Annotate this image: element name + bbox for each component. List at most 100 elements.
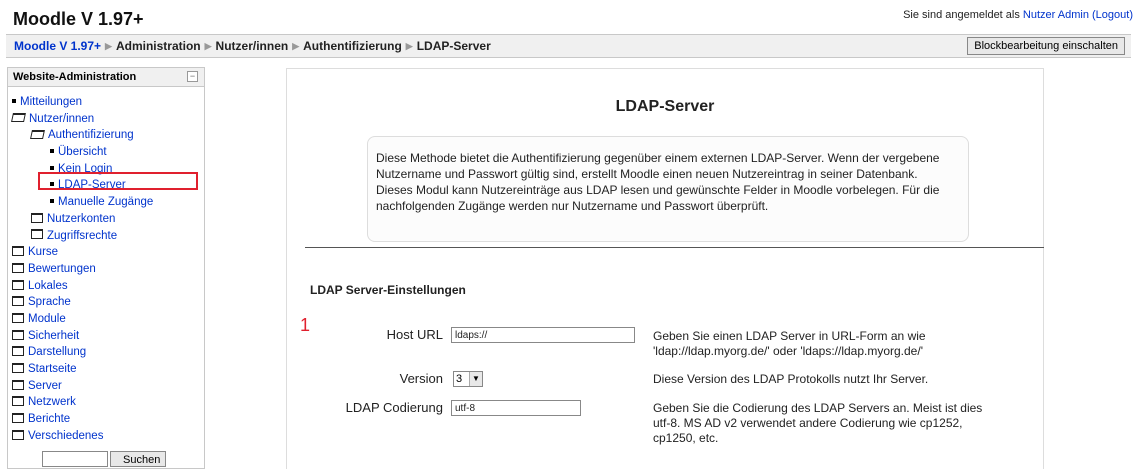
sidebar-item-label: Sprache [28,296,71,309]
block-edit-button[interactable]: Blockbearbeitung einschalten [967,37,1125,55]
divider [305,247,1044,248]
sidebar-item[interactable]: Übersicht [8,144,204,161]
sidebar-item[interactable]: Verschiedenes [8,428,204,445]
folder-icon [12,396,24,407]
login-info: Sie sind angemeldet als Nutzer Admin (Lo… [903,9,1133,21]
breadcrumb-separator-icon: ▶ [405,41,413,51]
version-help: Diese Version des LDAP Protokolls nutzt … [653,372,929,386]
sidebar-item-label: Kurse [28,246,59,259]
bullet-icon [50,149,54,154]
description-box: Diese Methode bietet die Authentifizieru… [367,136,969,242]
sidebar-item-label: Zugriffsrechte [47,229,118,242]
navbar: Moodle V 1.97+ ▶ Administration ▶ Nutzer/inn… [6,34,1131,58]
breadcrumb-users[interactable]: Nutzer/innen [216,39,289,53]
breadcrumb-administration[interactable]: Administration [116,39,201,53]
folder-icon [12,413,24,424]
breadcrumb-home[interactable]: Moodle V 1.97+ [14,39,101,53]
sidebar-item[interactable]: Berichte [8,411,204,428]
folder-icon [12,346,24,357]
sidebar-item-label: Darstellung [28,346,87,359]
breadcrumb-authentication[interactable]: Authentifizierung [303,39,402,53]
sidebar-item-label: Nutzerkonten [47,212,116,225]
breadcrumb-separator-icon: ▶ [204,41,212,51]
login-prefix: Sie sind angemeldet als [903,9,1020,21]
encoding-help: Geben Sie die Codierung des LDAP Servers… [653,401,983,445]
sidebar-item[interactable]: Manuelle Zugänge [8,194,204,211]
sidebar-item-label: Authentifizierung [48,129,134,142]
folder-icon [12,246,24,257]
encoding-input[interactable]: utf-8 [451,400,581,416]
host-url-label: Host URL [386,327,443,342]
breadcrumb-separator-icon: ▶ [292,41,300,51]
sidebar-item[interactable]: Kurse [8,244,204,261]
breadcrumb-separator-icon: ▶ [105,41,112,51]
folder-icon [12,312,24,323]
sidebar-item-label: Übersicht [58,146,107,159]
sidebar-item[interactable]: Nutzerkonten [8,211,204,228]
folder-icon [12,362,24,373]
sidebar-item[interactable]: Authentifizierung [8,127,204,144]
sidebar-item[interactable]: Zugriffsrechte [8,228,204,245]
sidebar-item-label: Sicherheit [28,329,80,342]
section-heading: LDAP Server-Einstellungen [310,283,466,297]
host-url-input[interactable]: ldaps:// [451,327,635,343]
breadcrumb-ldap-server: LDAP-Server [416,39,491,53]
encoding-label: LDAP Codierung [345,400,443,415]
folder-icon [12,296,24,307]
version-value: 3 [456,373,463,385]
folder-icon [31,229,43,240]
version-label: Version [399,371,443,386]
admin-block-header: Website-Administration − [8,68,204,87]
admin-search-button[interactable]: Suchen [110,451,166,467]
host-url-help: Geben Sie einen LDAP Server in URL-Form … [653,329,926,358]
page-title: LDAP-Server [615,98,715,115]
sidebar-item-label: Verschiedenes [28,429,104,442]
admin-search-input[interactable] [42,451,108,467]
sidebar-item[interactable]: Darstellung [8,344,204,361]
sidebar-item-label: Berichte [28,413,71,426]
sidebar-item-label: Nutzer/innen [29,112,95,125]
sidebar-item[interactable]: Bewertungen [8,261,204,278]
sidebar-item[interactable]: Lokales [8,278,204,295]
admin-tree: Mitteilungen Nutzer/innen Authentifizierun… [8,94,204,444]
sidebar-item-label: Module [28,312,66,325]
folder-open-icon [30,129,45,139]
sidebar-item-label: Netzwerk [28,396,76,409]
sidebar-item-label: Startseite [28,363,77,375]
sidebar-item-label: Lokales [28,279,68,292]
sidebar-item[interactable]: Nutzer/innen [8,111,204,128]
folder-icon [12,429,24,440]
sidebar-item-label: Bewertungen [28,262,96,275]
folder-icon [12,379,24,390]
logout-link[interactable]: (Logout) [1092,9,1133,21]
folder-icon [12,279,24,290]
site-title: Moodle V 1.97+ [13,9,144,29]
main-content: LDAP-Server Diese Methode bietet die Aut… [286,68,1044,469]
breadcrumb: Moodle V 1.97+ ▶ Administration ▶ Nutzer/inn… [14,39,491,53]
sidebar-item-label: Server [28,379,62,392]
sidebar-item[interactable]: Server [8,378,204,395]
version-select[interactable]: 3 ▼ [453,371,483,387]
bullet-icon [50,199,54,204]
chevron-down-icon: ▼ [469,372,482,386]
bullet-icon [50,165,54,170]
sidebar-item[interactable]: Netzwerk [8,394,204,411]
sidebar-item-label: Manuelle Zugänge [58,196,154,209]
folder-open-icon [11,113,26,123]
folder-icon [31,212,43,223]
sidebar-item[interactable]: Mitteilungen [8,94,204,111]
highlight-box [38,172,198,190]
collapse-icon[interactable]: − [187,71,198,82]
folder-icon [12,262,24,273]
sidebar-item-label: Mitteilungen [20,96,83,108]
user-profile-link[interactable]: Nutzer Admin [1023,9,1089,21]
site-administration-block: Website-Administration − Mitteilungen Nut… [7,67,205,469]
folder-icon [12,329,24,340]
sidebar-item[interactable]: Sprache [8,294,204,311]
annotation-marker: 1 [300,315,311,335]
sidebar-item[interactable]: Startseite [8,361,204,378]
sidebar-item[interactable]: Sicherheit [8,328,204,345]
description-text: Diese Methode bietet die Authentifizieru… [376,151,940,213]
sidebar-item[interactable]: Module [8,311,204,328]
bullet-icon [12,98,16,103]
